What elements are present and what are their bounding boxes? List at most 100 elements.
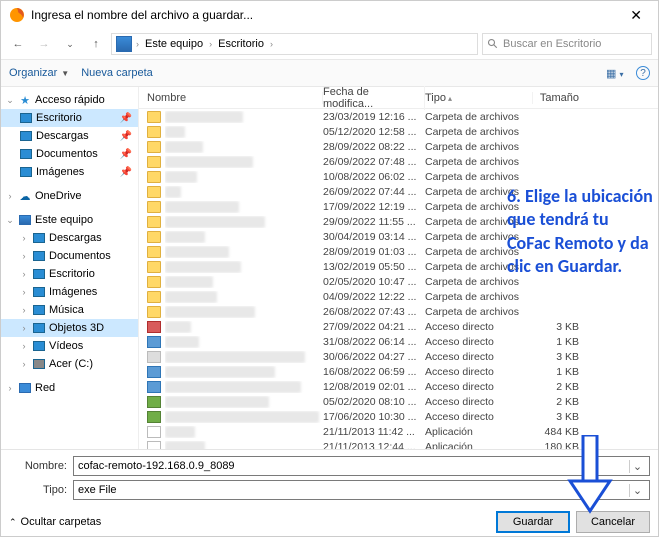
breadcrumb-current[interactable]: Escritorio: [216, 38, 266, 50]
file-row[interactable]: 10/08/2022 06:02 ...Carpeta de archivos: [139, 169, 658, 184]
tree-item-videos[interactable]: ›Vídeos: [1, 337, 138, 355]
expand-icon[interactable]: ›: [19, 305, 29, 315]
file-type: Acceso directo: [425, 381, 533, 393]
file-row[interactable]: 12/08/2019 02:01 ...Acceso directo2 KB: [139, 379, 658, 394]
file-row[interactable]: 28/09/2022 08:22 ...Carpeta de archivos: [139, 139, 658, 154]
recent-dropdown[interactable]: ⌄: [59, 33, 81, 55]
file-name: [165, 261, 323, 273]
new-folder-button[interactable]: Nueva carpeta: [81, 67, 153, 79]
expand-icon[interactable]: ›: [19, 359, 29, 369]
folder-icon: [147, 276, 161, 288]
view-options-button[interactable]: ▦ ▾: [606, 67, 624, 80]
col-type[interactable]: Tipo▴: [425, 92, 533, 104]
file-row[interactable]: 31/08/2022 06:14 ...Acceso directo1 KB: [139, 334, 658, 349]
file-row[interactable]: 16/08/2022 06:59 ...Acceso directo1 KB: [139, 364, 658, 379]
close-icon[interactable]: ✕: [622, 7, 650, 24]
column-headers[interactable]: Nombre Fecha de modifica... Tipo▴ Tamaño: [139, 87, 658, 109]
file-row[interactable]: 27/09/2022 04:21 ...Acceso directo3 KB: [139, 319, 658, 334]
star-icon: ★: [18, 93, 32, 107]
address-bar[interactable]: › Este equipo › Escritorio ›: [111, 33, 478, 55]
col-name[interactable]: Nombre: [147, 92, 323, 104]
expand-icon[interactable]: ›: [19, 269, 29, 279]
file-type: Acceso directo: [425, 366, 533, 378]
file-date: 16/08/2022 06:59 ...: [323, 366, 425, 378]
file-name: [165, 411, 323, 423]
file-date: 12/08/2019 02:01 ...: [323, 381, 425, 393]
breadcrumb-root[interactable]: Este equipo: [143, 38, 205, 50]
filetype-label: Tipo:: [9, 484, 67, 496]
up-button[interactable]: ↑: [85, 33, 107, 55]
tree-item-desktop[interactable]: ›Escritorio: [1, 265, 138, 283]
tree-this-pc[interactable]: ⌄ Este equipo: [1, 211, 138, 229]
file-date: 30/04/2019 03:14 ...: [323, 231, 425, 243]
file-date: 21/11/2013 11:42 ...: [323, 426, 425, 438]
cloud-icon: ☁: [18, 189, 32, 203]
nav-tree[interactable]: ⌄ ★ Acceso rápido Escritorio📌Descargas📌D…: [1, 87, 139, 449]
nav-row: ← → ⌄ ↑ › Este equipo › Escritorio › Bus…: [1, 29, 658, 59]
collapse-icon[interactable]: ⌄: [5, 95, 15, 106]
downloads-icon: [19, 129, 33, 143]
file-name: [165, 246, 323, 258]
file-row[interactable]: 23/03/2019 12:16 ...Carpeta de archivos: [139, 109, 658, 124]
tree-item-desktop[interactable]: Escritorio📌: [1, 109, 138, 127]
tree-item-downloads[interactable]: ›Descargas: [1, 229, 138, 247]
pin-icon: 📌: [120, 131, 132, 142]
file-row[interactable]: 26/09/2022 07:48 ...Carpeta de archivos: [139, 154, 658, 169]
file-type: Carpeta de archivos: [425, 306, 533, 318]
forward-button[interactable]: →: [33, 33, 55, 55]
file-row[interactable]: 30/06/2022 04:27 ...Acceso directo3 KB: [139, 349, 658, 364]
filetype-select[interactable]: exe File⌄: [73, 480, 650, 500]
folder-icon: [147, 306, 161, 318]
dropdown-icon[interactable]: ⌄: [629, 484, 645, 497]
hide-folders-button[interactable]: ⌃ Ocultar carpetas: [9, 516, 101, 528]
tree-item-documents[interactable]: ›Documentos: [1, 247, 138, 265]
tree-item-pictures[interactable]: ›Imágenes: [1, 283, 138, 301]
chevron-up-icon: ⌃: [9, 517, 17, 528]
folder-icon: [147, 231, 161, 243]
expand-icon[interactable]: ›: [5, 191, 15, 201]
expand-icon[interactable]: ›: [19, 323, 29, 333]
file-name: [165, 291, 323, 303]
file-name: [165, 336, 323, 348]
file-date: 26/08/2022 07:43 ...: [323, 306, 425, 318]
expand-icon[interactable]: ›: [19, 287, 29, 297]
file-icon: [147, 351, 161, 363]
search-input[interactable]: Buscar en Escritorio: [482, 33, 652, 55]
expand-icon[interactable]: ›: [5, 383, 15, 393]
tree-network[interactable]: › Red: [1, 379, 138, 397]
back-button[interactable]: ←: [7, 33, 29, 55]
file-row[interactable]: 05/02/2020 08:10 ...Acceso directo2 KB: [139, 394, 658, 409]
organize-button[interactable]: Organizar ▼: [9, 67, 69, 79]
tree-quick-access[interactable]: ⌄ ★ Acceso rápido: [1, 91, 138, 109]
file-name: [165, 231, 323, 243]
filename-input[interactable]: cofac-remoto-192.168.0.9_8089⌄: [73, 456, 650, 476]
tree-item-pictures[interactable]: Imágenes📌: [1, 163, 138, 181]
save-dialog: Ingresa el nombre del archivo a guardar.…: [0, 0, 659, 537]
file-type: Carpeta de archivos: [425, 291, 533, 303]
file-date: 02/05/2020 10:47 ...: [323, 276, 425, 288]
col-size[interactable]: Tamaño: [533, 92, 589, 104]
file-row[interactable]: 17/06/2020 10:30 ...Acceso directo3 KB: [139, 409, 658, 424]
dropdown-icon[interactable]: ⌄: [629, 460, 645, 473]
firefox-icon: [9, 7, 25, 23]
chevron-right-icon: ›: [270, 39, 273, 49]
file-size: 1 KB: [533, 366, 589, 378]
expand-icon[interactable]: ›: [19, 233, 29, 243]
expand-icon[interactable]: ›: [19, 251, 29, 261]
col-date[interactable]: Fecha de modifica...: [323, 86, 425, 110]
collapse-icon[interactable]: ⌄: [5, 215, 15, 226]
file-row[interactable]: 26/08/2022 07:43 ...Carpeta de archivos: [139, 304, 658, 319]
tree-item-music[interactable]: ›Música: [1, 301, 138, 319]
tree-item-objects3d[interactable]: ›Objetos 3D: [1, 319, 138, 337]
file-list[interactable]: 23/03/2019 12:16 ...Carpeta de archivos0…: [139, 109, 658, 449]
expand-icon[interactable]: ›: [19, 341, 29, 351]
save-button[interactable]: Guardar: [496, 511, 570, 533]
help-button[interactable]: ?: [636, 66, 650, 80]
tree-item-downloads[interactable]: Descargas📌: [1, 127, 138, 145]
tree-item-documents[interactable]: Documentos📌: [1, 145, 138, 163]
file-date: 31/08/2022 06:14 ...: [323, 336, 425, 348]
file-row[interactable]: 05/12/2020 12:58 ...Carpeta de archivos: [139, 124, 658, 139]
tree-item-disk[interactable]: ›Acer (C:): [1, 355, 138, 373]
tree-onedrive[interactable]: › ☁ OneDrive: [1, 187, 138, 205]
file-row[interactable]: 04/09/2022 12:22 ...Carpeta de archivos: [139, 289, 658, 304]
